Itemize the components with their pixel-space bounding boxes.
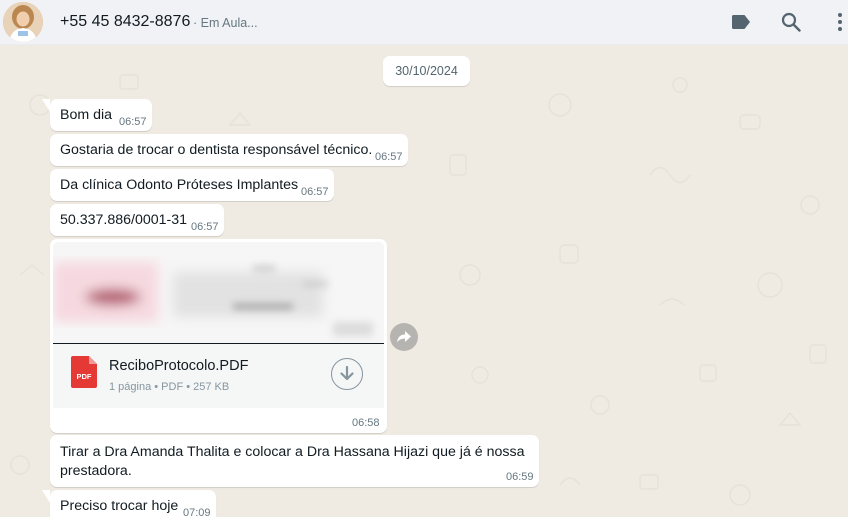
message-text: Gostaria de trocar o dentista responsáve… bbox=[60, 142, 373, 158]
message-text: Da clínica Odonto Próteses Implantes bbox=[60, 177, 299, 193]
message-time: 06:57 bbox=[119, 116, 147, 128]
document-thumbnail[interactable] bbox=[53, 242, 384, 344]
message-bubble[interactable]: Gostaria de trocar o dentista responsáve… bbox=[50, 134, 408, 166]
bubble-tail bbox=[42, 490, 50, 503]
date-separator: 30/10/2024 bbox=[383, 56, 470, 86]
document-card[interactable]: PDF ReciboProtocolo.PDF 1 página • PDF •… bbox=[53, 344, 384, 408]
message-text: Bom dia bbox=[60, 107, 113, 123]
label-icon[interactable] bbox=[730, 11, 752, 33]
contact-avatar[interactable] bbox=[3, 2, 43, 42]
document-message[interactable]: PDF ReciboProtocolo.PDF 1 página • PDF •… bbox=[50, 239, 387, 433]
message-time: 06:59 bbox=[506, 471, 534, 483]
pdf-type-label: PDF bbox=[77, 372, 92, 381]
chat-header: +55 45 8432-8876 · Em Aula... bbox=[0, 0, 848, 45]
avatar-image bbox=[3, 2, 43, 42]
bubble-tail bbox=[42, 99, 50, 112]
message-bubble[interactable]: Preciso trocar hoje 07:09 bbox=[42, 490, 216, 517]
message-text-line2: prestadora. bbox=[60, 463, 132, 479]
message-time: 06:57 bbox=[375, 151, 403, 163]
document-preview-image bbox=[53, 242, 384, 343]
contact-status: · Em Aula... bbox=[193, 16, 258, 30]
download-button[interactable] bbox=[331, 358, 363, 390]
forward-icon bbox=[397, 331, 411, 343]
message-bubble[interactable]: 50.337.886/0001-31 06:57 bbox=[50, 204, 224, 236]
message-time: 06:58 bbox=[352, 417, 380, 429]
message-text: Preciso trocar hoje bbox=[60, 498, 179, 514]
menu-dots-icon[interactable] bbox=[829, 11, 848, 33]
message-bubble[interactable]: Tirar a Dra Amanda Thalita e colocar a D… bbox=[50, 435, 539, 487]
download-icon bbox=[340, 366, 354, 381]
document-file-name: ReciboProtocolo.PDF bbox=[109, 358, 249, 374]
contact-name[interactable]: +55 45 8432-8876 bbox=[60, 13, 190, 31]
pdf-file-icon: PDF bbox=[71, 356, 97, 388]
forward-button[interactable] bbox=[390, 323, 418, 351]
message-bubble[interactable]: Bom dia 06:57 bbox=[42, 99, 152, 131]
message-time: 07:09 bbox=[183, 507, 211, 517]
message-bubble[interactable]: Da clínica Odonto Próteses Implantes 06:… bbox=[50, 169, 334, 201]
message-list[interactable]: 30/10/2024 Bom dia 06:57 Gostaria de tro… bbox=[0, 45, 848, 517]
message-text: 50.337.886/0001-31 bbox=[60, 212, 188, 228]
message-time: 06:57 bbox=[191, 221, 219, 233]
message-time: 06:57 bbox=[301, 186, 329, 198]
document-meta: 1 página • PDF • 257 KB bbox=[109, 381, 230, 393]
search-icon[interactable] bbox=[780, 11, 802, 33]
message-text-line1: Tirar a Dra Amanda Thalita e colocar a D… bbox=[60, 444, 525, 460]
